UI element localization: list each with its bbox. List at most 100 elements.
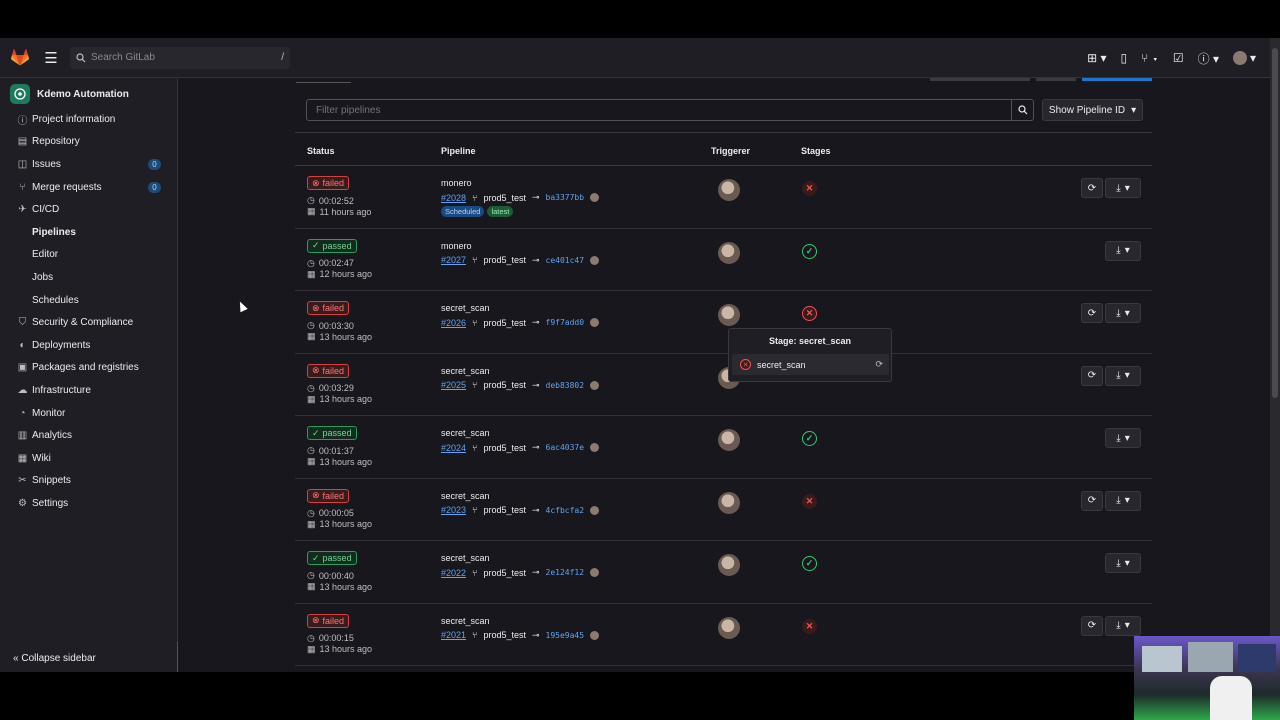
sidebar-subitem-editor[interactable]: Editor xyxy=(0,244,177,267)
commit-author-avatar[interactable] xyxy=(590,318,600,327)
download-artifacts-button[interactable]: ⤓ ▾ xyxy=(1105,490,1141,511)
stage-passed-icon[interactable]: ✓ xyxy=(802,431,817,446)
branch-link[interactable]: prod5_test xyxy=(483,568,526,578)
filter-search-button[interactable] xyxy=(1012,99,1034,121)
sidebar-item-ci-cd[interactable]: ✈ CI/CD xyxy=(0,198,177,221)
commit-sha-link[interactable]: 6ac4037e xyxy=(546,443,585,452)
commit-sha-link[interactable]: 195e9a45 xyxy=(546,631,585,640)
branch-link[interactable]: prod5_test xyxy=(483,443,526,453)
collapse-sidebar-button[interactable]: « Collapse sidebar xyxy=(13,653,96,664)
commit-author-avatar[interactable] xyxy=(590,568,600,577)
commit-sha-link[interactable]: ce401c47 xyxy=(546,256,585,265)
commit-sha-link[interactable]: ba3377bb xyxy=(546,193,585,202)
download-artifacts-button[interactable]: ⤓ ▾ xyxy=(1105,553,1141,573)
commit-sha-link[interactable]: f9f7add0 xyxy=(546,318,585,327)
sidebar-item-project-information[interactable]: ⓘ Project information xyxy=(0,108,177,131)
commit-sha-link[interactable]: deb83802 xyxy=(546,381,585,390)
pipeline-id-link[interactable]: #2021 xyxy=(441,630,466,640)
sidebar-item-issues[interactable]: ◫ Issues 0 xyxy=(0,153,177,176)
commit-author-avatar[interactable] xyxy=(590,380,600,390)
branch-link[interactable]: prod5_test xyxy=(483,630,526,640)
stage-failed-icon[interactable]: ✕ xyxy=(802,306,817,321)
retry-button[interactable]: ⟳ xyxy=(1081,365,1103,386)
triggerer-avatar[interactable] xyxy=(718,304,740,326)
commit-author-avatar[interactable] xyxy=(590,505,600,515)
checklist-icon[interactable]: ☑ xyxy=(1173,51,1184,65)
commit-author-avatar[interactable] xyxy=(590,193,600,202)
new-item-icon[interactable]: ⊞ ▾ xyxy=(1087,51,1106,65)
show-pipeline-id-dropdown[interactable]: Show Pipeline ID ▾ xyxy=(1042,99,1143,121)
sidebar-item-deployments[interactable]: ◐ Deployments xyxy=(0,334,177,357)
stage-failed-icon[interactable]: ✕ xyxy=(802,618,817,634)
status-badge[interactable]: ✓ passed xyxy=(307,238,357,253)
pipeline-id-link[interactable]: #2023 xyxy=(441,505,466,515)
sidebar-item-snippets[interactable]: ✂ Snippets xyxy=(0,470,177,493)
retry-button[interactable]: ⟳ xyxy=(1081,615,1103,636)
user-avatar[interactable]: ▾ xyxy=(1232,51,1256,65)
gitlab-logo-icon[interactable] xyxy=(0,38,40,78)
retry-icon[interactable]: ⟳ xyxy=(875,359,883,370)
filter-pipelines-input[interactable]: Filter pipelines xyxy=(306,99,1012,121)
pipeline-id-link[interactable]: #2024 xyxy=(441,443,466,453)
branch-link[interactable]: prod5_test xyxy=(483,255,526,265)
download-artifacts-button[interactable]: ⤓ ▾ xyxy=(1105,178,1141,198)
stage-passed-icon[interactable]: ✓ xyxy=(802,556,817,571)
sidebar-item-settings[interactable]: ⚙ Settings xyxy=(0,492,177,515)
pipeline-id-link[interactable]: #2025 xyxy=(441,380,466,390)
retry-button[interactable]: ⟳ xyxy=(1081,490,1103,511)
status-badge[interactable]: ⊗ failed xyxy=(307,613,350,628)
branch-link[interactable]: prod5_test xyxy=(483,318,526,328)
sidebar-subitem-pipelines[interactable]: Pipelines xyxy=(0,221,177,244)
status-badge[interactable]: ✓ passed xyxy=(307,426,357,440)
sidebar-item-repository[interactable]: ▤ Repository xyxy=(0,131,177,154)
commit-sha-link[interactable]: 2e124f12 xyxy=(546,568,585,577)
sidebar-item-packages-and-registries[interactable]: ▣ Packages and registries xyxy=(0,357,177,380)
triggerer-avatar[interactable] xyxy=(718,554,740,576)
retry-button[interactable]: ⟳ xyxy=(1081,178,1103,198)
help-icon[interactable]: ⓘ ▾ xyxy=(1198,50,1219,67)
menu-icon[interactable]: ☰ xyxy=(40,38,62,78)
pipeline-id-link[interactable]: #2026 xyxy=(441,318,466,328)
branch-link[interactable]: prod5_test xyxy=(483,505,526,515)
sidebar-subitem-schedules[interactable]: Schedules xyxy=(0,289,177,312)
branch-link[interactable]: prod5_test xyxy=(483,380,526,390)
pipeline-id-link[interactable]: #2027 xyxy=(441,255,466,265)
download-artifacts-button[interactable]: ⤓ ▾ xyxy=(1105,615,1141,636)
triggerer-avatar[interactable] xyxy=(718,491,740,514)
status-badge[interactable]: ⊗ failed xyxy=(307,488,350,503)
download-artifacts-button[interactable]: ⤓ ▾ xyxy=(1105,365,1141,386)
commit-author-avatar[interactable] xyxy=(590,255,600,265)
download-artifacts-button[interactable]: ⤓ ▾ xyxy=(1105,303,1141,323)
project-header[interactable]: Kdemo Automation xyxy=(0,80,177,108)
sidebar-subitem-jobs[interactable]: Jobs xyxy=(0,266,177,289)
triggerer-avatar[interactable] xyxy=(718,616,740,639)
popover-job-item[interactable]: ✕ secret_scan ⟳ xyxy=(732,354,889,375)
stage-passed-icon[interactable]: ✓ xyxy=(802,243,817,259)
stage-failed-icon[interactable]: ✕ xyxy=(802,181,817,196)
triggerer-avatar[interactable] xyxy=(718,241,740,264)
merge-requests-icon[interactable]: ⑂ ▾ xyxy=(1141,51,1159,65)
scrollbar-thumb[interactable] xyxy=(1272,48,1278,398)
status-badge[interactable]: ⊗ failed xyxy=(307,301,350,315)
status-badge[interactable]: ⊗ failed xyxy=(307,363,350,378)
search-input[interactable]: Search GitLab / xyxy=(70,46,290,69)
sidebar-item-infrastructure[interactable]: ☁ Infrastructure xyxy=(0,379,177,402)
commit-author-avatar[interactable] xyxy=(590,443,600,452)
retry-button[interactable]: ⟳ xyxy=(1081,303,1103,323)
commit-sha-link[interactable]: 4cfbcfa2 xyxy=(546,506,585,515)
status-badge[interactable]: ⊗ failed xyxy=(307,176,350,190)
pipeline-id-link[interactable]: #2022 xyxy=(441,568,466,578)
commit-author-avatar[interactable] xyxy=(590,630,600,640)
page-scrollbar[interactable] xyxy=(1270,38,1280,672)
download-artifacts-button[interactable]: ⤓ ▾ xyxy=(1105,240,1141,261)
status-badge[interactable]: ✓ passed xyxy=(307,551,357,565)
sidebar-item-monitor[interactable]: ◔ Monitor xyxy=(0,402,177,425)
todo-icon[interactable]: ▯ xyxy=(1121,51,1128,65)
download-artifacts-button[interactable]: ⤓ ▾ xyxy=(1105,428,1141,448)
branch-link[interactable]: prod5_test xyxy=(483,193,526,203)
sidebar-splitter[interactable] xyxy=(177,642,178,672)
sidebar-item-merge-requests[interactable]: ⑂ Merge requests 0 xyxy=(0,176,177,199)
pipeline-id-link[interactable]: #2028 xyxy=(441,193,466,203)
triggerer-avatar[interactable] xyxy=(718,429,740,451)
sidebar-item-analytics[interactable]: ▥ Analytics xyxy=(0,424,177,447)
